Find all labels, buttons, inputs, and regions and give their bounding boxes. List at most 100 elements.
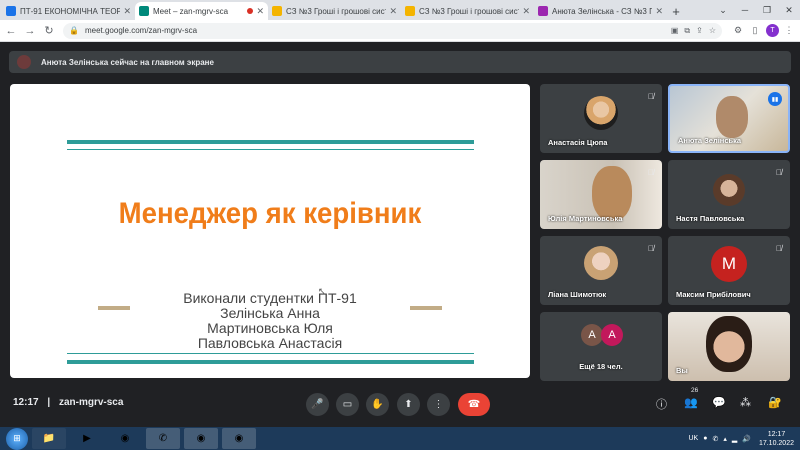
leave-call-button[interactable]: ☎: [458, 393, 490, 416]
self-view-tile[interactable]: Вы: [668, 312, 790, 381]
tab-4[interactable]: СЗ №3 Гроші і грошові систе ✕: [401, 2, 534, 20]
participant-name: Анастасія Цюпа: [548, 138, 608, 147]
presentation-slide: Менеджер як керівник Виконали студентки …: [10, 84, 530, 378]
tab-3[interactable]: СЗ №3 Гроші і грошові систе ✕: [268, 2, 401, 20]
mic-off-icon: 🎙̸: [648, 168, 654, 177]
profile-avatar[interactable]: T: [766, 24, 779, 37]
close-tab-icon[interactable]: ✕: [389, 6, 397, 17]
slide-bottom-bar: [67, 360, 474, 364]
tab-1[interactable]: ПТ-91 ЕКОНОМІЧНА ТЕОРІЯ ✕: [2, 2, 135, 20]
address-bar[interactable]: 🔒 meet.google.com/zan-mgrv-sca ▣ ⧉ ⇪ ☆: [63, 22, 722, 39]
minimize-button[interactable]: ─: [734, 0, 756, 20]
share-icon[interactable]: ⇪: [696, 26, 703, 35]
close-tab-icon[interactable]: ✕: [655, 6, 663, 17]
volume-icon[interactable]: 🔊: [742, 435, 751, 443]
clock-date: 17.10.2022: [758, 439, 794, 447]
new-tab-button[interactable]: +: [667, 2, 685, 20]
participant-name: Настя Павловська: [676, 214, 745, 223]
participant-count-badge: 26: [691, 387, 699, 394]
slide-top-line: [67, 149, 474, 150]
chrome-window-icon[interactable]: ◉: [222, 428, 256, 449]
close-tab-icon[interactable]: ✕: [522, 6, 530, 17]
presenter-avatar: [17, 55, 31, 69]
slide-right-accent: [410, 306, 442, 310]
meet-area: Анюта Зелінська сейчас на главном экране…: [0, 43, 800, 427]
host-controls-icon[interactable]: 🔐: [768, 396, 782, 409]
microphone-button[interactable]: 🎤: [306, 393, 329, 416]
network-icon[interactable]: ▂: [732, 435, 737, 443]
participant-tile[interactable]: 🎙̸ Юлія Мартиновська: [540, 160, 662, 229]
slide-left-accent: [98, 306, 130, 310]
chrome-icon[interactable]: ◉: [108, 428, 142, 449]
tray-viber-icon[interactable]: ✆: [712, 435, 718, 443]
profile-favicon-icon: [538, 6, 548, 16]
url-text[interactable]: meet.google.com/zan-mgrv-sca: [85, 26, 665, 35]
more-participants-label: Ещё 18 чел.: [579, 362, 623, 371]
activities-icon[interactable]: ⁂: [740, 396, 751, 409]
forward-button[interactable]: →: [22, 23, 38, 39]
system-clock[interactable]: 12:17 17.10.2022: [759, 430, 794, 448]
close-tab-icon[interactable]: ✕: [256, 6, 264, 17]
meeting-details-icon[interactable]: ⓘ: [656, 396, 667, 412]
system-tray: UK ● ✆ ▴ ▂ 🔊 12:17 17.10.2022: [688, 427, 794, 450]
tab-search-icon[interactable]: ⌄: [712, 0, 734, 20]
meet-favicon-icon: [139, 6, 149, 16]
participant-name: Анюта Зелінська: [678, 136, 742, 145]
extensions-icon[interactable]: ⚙: [731, 25, 745, 36]
browser-toolbar: ← → ↻ 🔒 meet.google.com/zan-mgrv-sca ▣ ⧉…: [0, 20, 800, 42]
participant-name: Вы: [676, 366, 688, 375]
slide-bottom-line: [67, 353, 474, 354]
tab-title: ПТ-91 ЕКОНОМІЧНА ТЕОРІЯ: [20, 6, 121, 16]
lock-icon[interactable]: 🔒: [69, 26, 79, 35]
tab-5[interactable]: Анюта Зелінська - СЗ №3 Гр ✕: [534, 2, 667, 20]
bookmark-star-icon[interactable]: ☆: [709, 26, 716, 35]
camera-permission-icon[interactable]: ▣: [671, 26, 679, 35]
menu-icon[interactable]: ⋮: [782, 25, 796, 36]
participant-avatar: [584, 246, 618, 280]
participant-tile[interactable]: 🎙̸ Ліана Шимотюк: [540, 236, 662, 305]
participant-tile[interactable]: M 🎙̸ Максим Прибілович: [668, 236, 790, 305]
mouse-cursor-icon: ↖: [318, 286, 326, 296]
participant-initial-avatar: A: [581, 324, 603, 346]
mic-off-icon: 🎙̸: [776, 244, 782, 253]
media-player-icon[interactable]: ▶: [70, 428, 104, 449]
file-explorer-icon[interactable]: 📁: [32, 428, 66, 449]
back-button[interactable]: ←: [3, 23, 19, 39]
slide-title: Менеджер як керівник: [118, 197, 422, 230]
present-screen-button[interactable]: ⬆: [397, 393, 420, 416]
tray-app-icon[interactable]: ●: [703, 435, 707, 442]
show-hidden-icons-icon[interactable]: ▴: [723, 435, 727, 443]
people-icon[interactable]: 👥: [684, 396, 698, 409]
tab-title: Meet – zan-mgrv-sca: [153, 6, 229, 16]
participant-tile[interactable]: 🎙̸ Настя Павловська: [668, 160, 790, 229]
mic-off-icon: 🎙̸: [648, 244, 654, 253]
chat-icon[interactable]: 💬: [712, 396, 726, 409]
viber-icon[interactable]: ✆: [146, 428, 180, 449]
slide-top-bar: [67, 140, 474, 144]
chrome-window-icon[interactable]: ◉: [184, 428, 218, 449]
language-indicator[interactable]: UK: [688, 435, 698, 442]
close-tab-icon[interactable]: ✕: [123, 6, 131, 17]
more-participants-tile[interactable]: A A Ещё 18 чел.: [540, 312, 662, 381]
banner-text: Анюта Зелінська сейчас на главном экране: [41, 57, 214, 67]
participant-tile[interactable]: 🎙̸ Анастасія Цюпа: [540, 84, 662, 153]
camera-button[interactable]: ▭: [336, 393, 359, 416]
speaking-indicator-icon: ▮▮: [768, 92, 782, 106]
classroom-favicon-icon: [6, 6, 16, 16]
more-options-button[interactable]: ⋮: [427, 393, 450, 416]
start-button[interactable]: ⊞: [6, 427, 28, 450]
self-video: [706, 316, 752, 372]
maximize-button[interactable]: ❐: [756, 0, 778, 20]
tab-title: СЗ №3 Гроші і грошові систе: [419, 6, 520, 16]
translate-icon[interactable]: ⧉: [684, 26, 690, 36]
author-name: Павловська Анастасія: [197, 335, 343, 351]
close-window-button[interactable]: ✕: [778, 0, 800, 20]
participant-tile-speaking[interactable]: ▮▮ Анюта Зелінська: [668, 84, 790, 153]
sidebar-icon[interactable]: ▯: [748, 25, 762, 36]
participant-initial-avatar: A: [601, 324, 623, 346]
reload-button[interactable]: ↻: [41, 23, 57, 39]
authors-heading: Виконали студентки ПТ-91: [183, 290, 357, 306]
tab-2[interactable]: Meet – zan-mgrv-sca ✕: [135, 2, 268, 20]
meeting-info: 12:17 | zan-mgrv-sca: [13, 397, 124, 408]
raise-hand-button[interactable]: ✋: [366, 393, 389, 416]
